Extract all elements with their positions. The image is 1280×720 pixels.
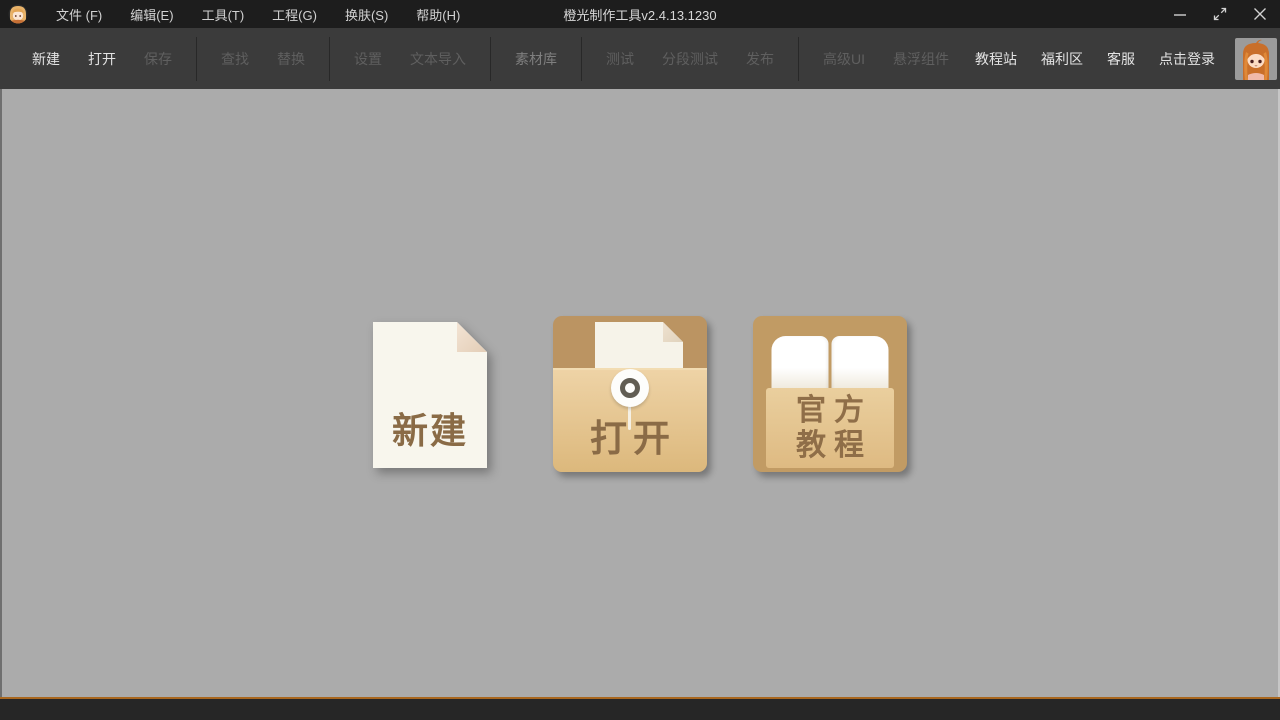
tutorial-label-panel: 官方 教程 [766, 388, 894, 468]
restore-icon [1213, 7, 1227, 21]
menu-help[interactable]: 帮助(H) [402, 0, 474, 28]
minimize-icon [1173, 7, 1187, 21]
app-logo-icon [8, 4, 28, 24]
toolbar-separator [798, 37, 799, 81]
official-tutorial-shortcut[interactable]: 官方 教程 [753, 316, 907, 472]
toolbar-group-test: 测试 分段测试 发布 [592, 28, 788, 89]
book-page-left [772, 336, 829, 394]
toolbar-login-link[interactable]: 点击登录 [1147, 28, 1227, 89]
tutorial-label-line2: 教程 [788, 428, 872, 463]
toolbar-right-section: 教程站 福利区 客服 点击登录 [963, 28, 1280, 89]
toolbar-open-button[interactable]: 打开 [74, 28, 130, 89]
toolbar-group-advanced: 高级UI 悬浮组件 [809, 28, 963, 89]
toolbar-separator [329, 37, 330, 81]
toolbar-floating-widget-button: 悬浮组件 [879, 28, 963, 89]
toolbar: 新建 打开 保存 查找 替换 设置 文本导入 素材库 测试 分段测试 发布 高级… [0, 28, 1280, 89]
toolbar-tutorial-site-link[interactable]: 教程站 [963, 28, 1029, 89]
toolbar-group-assets: 素材库 [501, 28, 571, 89]
app-window: 文件 (F) 编辑(E) 工具(T) 工程(G) 换肤(S) 帮助(H) 橙光制… [0, 0, 1280, 720]
restore-button[interactable] [1200, 0, 1240, 28]
toolbar-advanced-ui-button: 高级UI [809, 28, 879, 89]
new-file-icon: 新建 [373, 322, 487, 468]
toolbar-test-button: 测试 [592, 28, 648, 89]
titlebar: 文件 (F) 编辑(E) 工具(T) 工程(G) 换肤(S) 帮助(H) 橙光制… [0, 0, 1280, 28]
open-book-icon [772, 336, 889, 394]
menu-edit[interactable]: 编辑(E) [116, 0, 187, 28]
workspace: 新建 打开 官方 教程 [0, 89, 1280, 697]
page-fold-corner [457, 322, 487, 352]
toolbar-group-file: 新建 打开 保存 [18, 28, 186, 89]
toolbar-text-import-button: 文本导入 [396, 28, 480, 89]
toolbar-asset-library-button: 素材库 [501, 28, 571, 89]
clasp-ring [620, 378, 640, 398]
toolbar-group-search: 查找 替换 [207, 28, 319, 89]
tutorial-label-line1: 官方 [788, 393, 872, 428]
minimize-button[interactable] [1160, 0, 1200, 28]
toolbar-welfare-link[interactable]: 福利区 [1029, 28, 1095, 89]
toolbar-find-button: 查找 [207, 28, 263, 89]
clasp-button-icon [611, 369, 649, 407]
toolbar-separator [196, 37, 197, 81]
close-icon [1253, 7, 1267, 21]
close-button[interactable] [1240, 0, 1280, 28]
menu-skin[interactable]: 换肤(S) [331, 0, 402, 28]
toolbar-replace-button: 替换 [263, 28, 319, 89]
page-fold-corner [663, 322, 683, 342]
toolbar-customer-service-link[interactable]: 客服 [1095, 28, 1147, 89]
toolbar-publish-button: 发布 [732, 28, 788, 89]
toolbar-new-button[interactable]: 新建 [18, 28, 74, 89]
new-project-label: 新建 [373, 402, 487, 454]
toolbar-group-settings: 设置 文本导入 [340, 28, 480, 89]
new-project-shortcut[interactable]: 新建 [373, 322, 487, 468]
open-project-label: 打开 [553, 408, 707, 462]
menu-project[interactable]: 工程(G) [258, 0, 331, 28]
book-page-right [832, 336, 889, 394]
toolbar-separator [581, 37, 582, 81]
toolbar-save-button: 保存 [130, 28, 186, 89]
open-project-shortcut[interactable]: 打开 [553, 316, 707, 472]
menu-tools[interactable]: 工具(T) [188, 0, 259, 28]
menu-file[interactable]: 文件 (F) [42, 0, 116, 28]
toolbar-segment-test-button: 分段测试 [648, 28, 732, 89]
toolbar-separator [490, 37, 491, 81]
user-avatar[interactable] [1235, 38, 1277, 80]
statusbar [0, 697, 1280, 720]
menubar: 文件 (F) 编辑(E) 工具(T) 工程(G) 换肤(S) 帮助(H) [42, 0, 474, 28]
window-controls [1160, 0, 1280, 28]
toolbar-settings-button: 设置 [340, 28, 396, 89]
